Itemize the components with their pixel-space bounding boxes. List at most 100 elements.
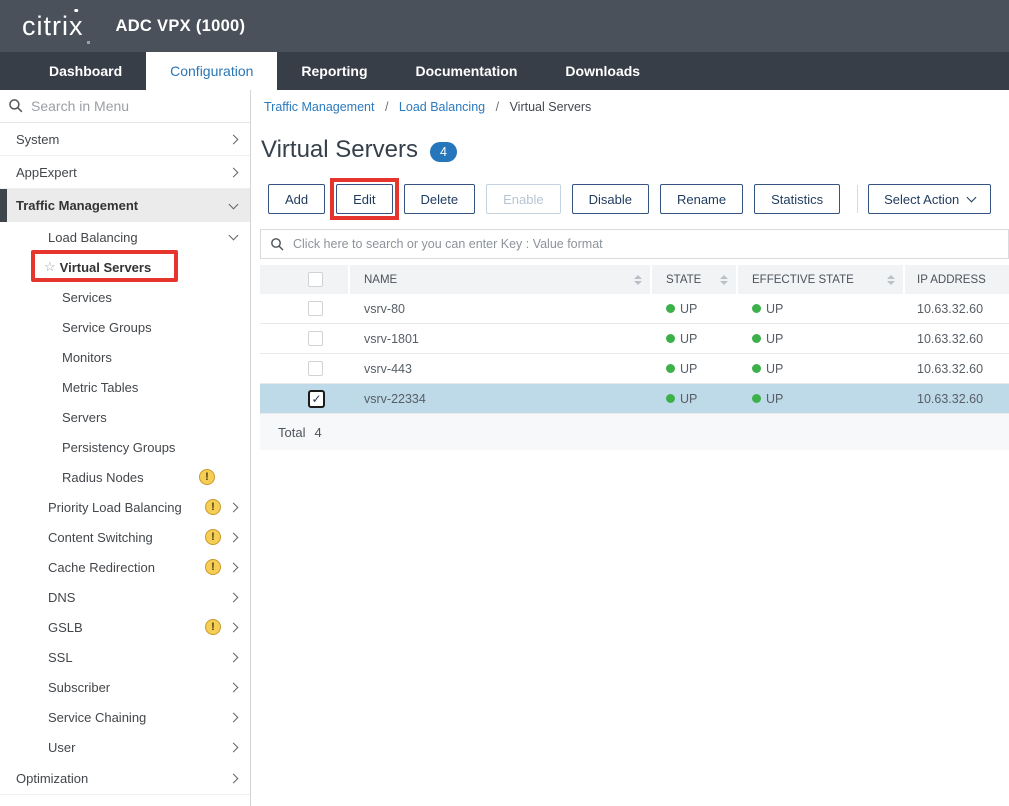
rename-button[interactable]: Rename [660, 184, 743, 214]
table-footer: Total 4 [260, 414, 1009, 450]
trademark-dot [87, 41, 90, 44]
chevron-right-icon [229, 773, 239, 783]
sidebar-item-system[interactable]: System [0, 123, 250, 156]
table-row[interactable]: vsrv-1801 UP UP 10.63.32.60 [260, 324, 1009, 354]
row-checkbox[interactable] [308, 301, 323, 316]
total-value: 4 [314, 425, 321, 440]
chevron-right-icon [229, 562, 239, 572]
chevron-down-icon [967, 193, 977, 203]
cell-ip-address: 10.63.32.60 [905, 302, 1009, 316]
tab-downloads[interactable]: Downloads [541, 52, 664, 90]
sort-icon[interactable] [720, 275, 728, 285]
sidebar-item-service-groups[interactable]: Service Groups [0, 312, 250, 342]
table-row[interactable]: vsrv-80 UP UP 10.63.32.60 [260, 294, 1009, 324]
cell-name: vsrv-443 [350, 362, 652, 376]
sidebar-item-content-switching[interactable]: Content Switching [0, 522, 250, 552]
sidebar: System AppExpert Traffic Management Load… [0, 90, 251, 806]
sidebar-item-gslb[interactable]: GSLB [0, 612, 250, 642]
row-checkbox-checked[interactable] [308, 390, 325, 408]
chevron-right-icon [229, 502, 239, 512]
cell-ip-address: 10.63.32.60 [905, 332, 1009, 346]
product-name: ADC VPX (1000) [116, 17, 246, 36]
tab-documentation[interactable]: Documentation [392, 52, 542, 90]
sidebar-item-optimization[interactable]: Optimization [0, 762, 250, 795]
select-action-dropdown[interactable]: Select Action [868, 184, 991, 214]
column-header-name[interactable]: NAME [350, 265, 652, 294]
column-header-ip-address[interactable]: IP ADDRESS [905, 265, 1009, 294]
cell-state: UP [652, 392, 738, 406]
tab-configuration[interactable]: Configuration [146, 52, 277, 90]
table-row-selected[interactable]: vsrv-22334 UP UP 10.63.32.60 [260, 384, 1009, 414]
cell-ip-address: 10.63.32.60 [905, 362, 1009, 376]
status-up-icon [666, 334, 675, 343]
breadcrumb-traffic-management[interactable]: Traffic Management [264, 100, 374, 114]
chevron-right-icon [229, 532, 239, 542]
status-up-icon [666, 364, 675, 373]
sidebar-item-monitors[interactable]: Monitors [0, 342, 250, 372]
enable-button[interactable]: Enable [486, 184, 560, 214]
sidebar-item-subscriber[interactable]: Subscriber [0, 672, 250, 702]
sidebar-item-services[interactable]: Services [0, 282, 250, 312]
breadcrumb-separator: / [496, 100, 499, 114]
disable-button[interactable]: Disable [572, 184, 649, 214]
tab-dashboard[interactable]: Dashboard [25, 52, 146, 90]
sidebar-item-metric-tables[interactable]: Metric Tables [0, 372, 250, 402]
sidebar-item-user[interactable]: User [0, 732, 250, 762]
star-icon [44, 259, 56, 275]
sidebar-menu: System AppExpert Traffic Management Load… [0, 123, 250, 806]
chevron-right-icon [229, 742, 239, 752]
cell-effective-state: UP [738, 362, 905, 376]
sidebar-item-dns[interactable]: DNS [0, 582, 250, 612]
sidebar-item-security[interactable]: Security [0, 795, 250, 806]
chevron-right-icon [229, 592, 239, 602]
cell-effective-state: UP [738, 332, 905, 346]
sidebar-item-servers[interactable]: Servers [0, 402, 250, 432]
toolbar-divider [857, 185, 858, 213]
table-row[interactable]: vsrv-443 UP UP 10.63.32.60 [260, 354, 1009, 384]
status-up-icon [666, 304, 675, 313]
row-checkbox[interactable] [308, 331, 323, 346]
chevron-right-icon [229, 712, 239, 722]
total-label: Total [278, 425, 305, 440]
select-all-checkbox[interactable] [308, 272, 323, 287]
sidebar-item-ssl[interactable]: SSL [0, 642, 250, 672]
sidebar-item-appexpert[interactable]: AppExpert [0, 156, 250, 189]
breadcrumb-load-balancing[interactable]: Load Balancing [399, 100, 485, 114]
delete-button[interactable]: Delete [404, 184, 476, 214]
toolbar: Add Edit Delete Enable Disable Rename St… [260, 184, 1009, 214]
sort-icon[interactable] [887, 275, 895, 285]
sidebar-item-priority-load-balancing[interactable]: Priority Load Balancing [0, 492, 250, 522]
sidebar-item-persistency-groups[interactable]: Persistency Groups [0, 432, 250, 462]
statistics-button[interactable]: Statistics [754, 184, 840, 214]
cell-ip-address: 10.63.32.60 [905, 392, 1009, 406]
sidebar-item-cache-redirection[interactable]: Cache Redirection [0, 552, 250, 582]
warning-icon [205, 559, 221, 575]
sidebar-search[interactable] [0, 90, 250, 123]
row-checkbox[interactable] [308, 361, 323, 376]
cell-state: UP [652, 302, 738, 316]
sidebar-item-radius-nodes[interactable]: Radius Nodes [0, 462, 250, 492]
sidebar-item-load-balancing[interactable]: Load Balancing [0, 222, 250, 252]
main-content: Traffic Management / Load Balancing / Vi… [251, 90, 1009, 806]
tab-reporting[interactable]: Reporting [277, 52, 391, 90]
cell-state: UP [652, 332, 738, 346]
breadcrumb: Traffic Management / Load Balancing / Vi… [264, 100, 1009, 114]
column-header-state[interactable]: STATE [652, 265, 738, 294]
sidebar-item-traffic-management[interactable]: Traffic Management [0, 189, 250, 222]
table-search-bar[interactable] [260, 229, 1009, 259]
column-header-effective-state[interactable]: EFFECTIVE STATE [738, 265, 905, 294]
chevron-down-icon [229, 199, 239, 209]
add-button[interactable]: Add [268, 184, 325, 214]
status-up-icon [666, 394, 675, 403]
sidebar-search-input[interactable] [31, 98, 242, 114]
cell-name: vsrv-80 [350, 302, 652, 316]
status-up-icon [752, 304, 761, 313]
cell-name: vsrv-22334 [350, 392, 652, 406]
edit-button[interactable]: Edit [336, 184, 392, 214]
cell-effective-state: UP [738, 302, 905, 316]
sort-icon[interactable] [634, 275, 642, 285]
table-search-input[interactable] [293, 237, 999, 251]
sidebar-item-service-chaining[interactable]: Service Chaining [0, 702, 250, 732]
chevron-right-icon [229, 167, 239, 177]
sidebar-item-virtual-servers[interactable]: Virtual Servers [0, 252, 250, 282]
